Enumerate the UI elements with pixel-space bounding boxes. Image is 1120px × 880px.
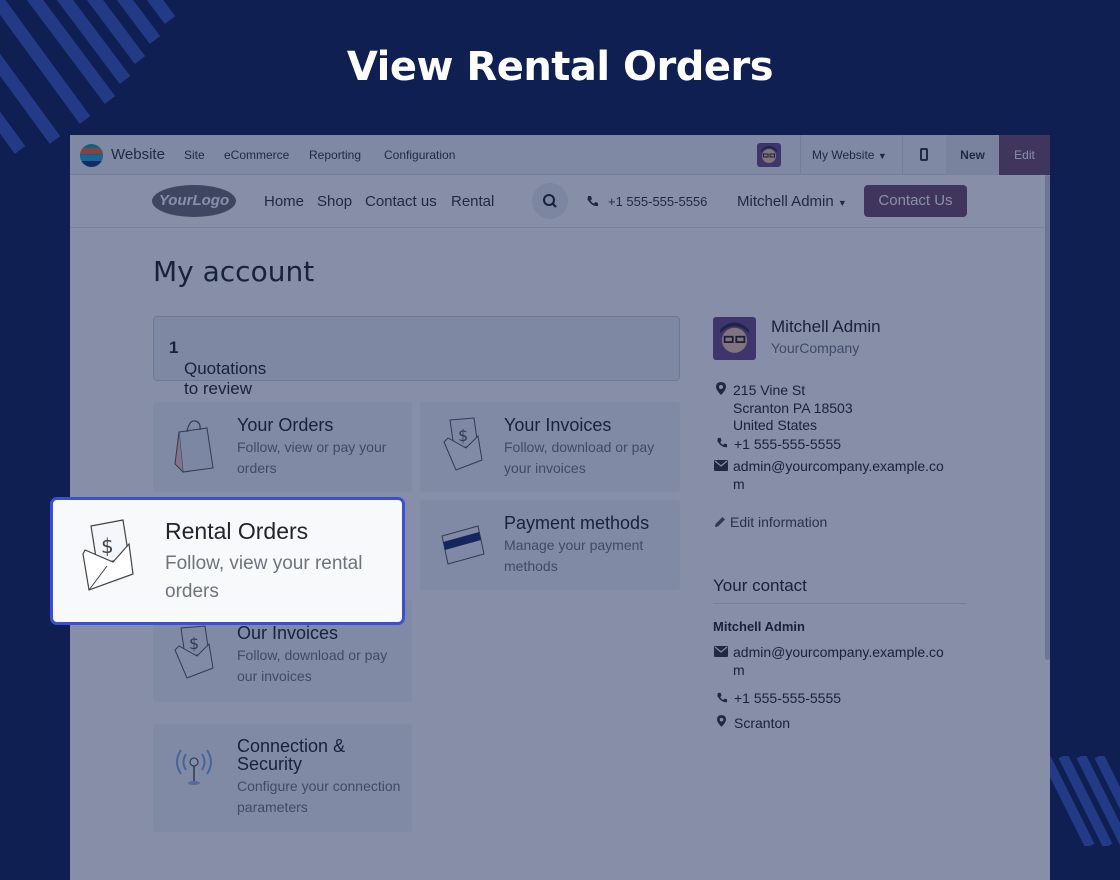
profile-name: Mitchell Admin: [771, 317, 881, 336]
search-button[interactable]: [532, 183, 568, 219]
edit-information-link[interactable]: Edit information: [730, 513, 827, 531]
decorative-stripes-bottom-right: [1045, 756, 1120, 846]
your-contact-heading: Your contact: [713, 576, 807, 595]
menu-reporting[interactable]: Reporting: [309, 148, 361, 162]
website-selector[interactable]: My Website ▼: [812, 148, 887, 162]
divider: [713, 603, 966, 604]
nav-shop[interactable]: Shop: [317, 193, 352, 210]
card-title: Rental Orders: [165, 518, 309, 544]
card-payment-methods[interactable]: Payment methods Manage your payment meth…: [420, 500, 680, 590]
card-title: Connection & Security: [237, 736, 346, 774]
card-description: Manage your payment methods: [504, 537, 644, 574]
user-menu[interactable]: Mitchell Admin ▼: [737, 193, 847, 210]
contact-us-button[interactable]: Contact Us: [864, 185, 967, 217]
site-header: YourLogo Home Shop Contact us Rental +1 …: [70, 175, 1050, 228]
caret-down-icon: ▼: [877, 151, 887, 161]
site-logo[interactable]: YourLogo: [152, 185, 236, 217]
card-your-invoices[interactable]: $ Your Invoices Follow, download or pay …: [420, 402, 680, 492]
profile-email: admin@yourcompany.example.co m: [733, 458, 944, 492]
address-line-2: Scranton PA 18503: [733, 400, 853, 416]
contact-name: Mitchell Admin: [713, 619, 805, 634]
card-title: Your Invoices: [504, 415, 612, 435]
profile-company: YourCompany: [771, 340, 860, 356]
card-description: Follow, view your rental orders: [165, 553, 363, 602]
address-line-1: 215 Vine St: [733, 382, 806, 398]
phone-icon: [587, 196, 598, 207]
contact-city: Scranton: [734, 715, 791, 731]
map-marker-icon: [716, 382, 726, 395]
card-title: Our Invoices: [237, 623, 339, 643]
menu-configuration[interactable]: Configuration: [384, 148, 455, 162]
shopping-bag-icon: [174, 420, 214, 473]
credit-card-icon: [441, 525, 485, 565]
new-button[interactable]: New: [946, 135, 999, 175]
nav-home[interactable]: Home: [264, 193, 304, 210]
pencil-icon: [715, 517, 725, 527]
page-title: My account: [153, 255, 315, 288]
svg-text:$: $: [189, 634, 199, 653]
envelope-icon: [714, 460, 728, 471]
card-description: Follow, view or pay your orders: [237, 439, 387, 476]
nav-contact-us[interactable]: Contact us: [365, 193, 437, 210]
card-title: Your Orders: [237, 415, 334, 435]
envelope-icon: [714, 646, 728, 657]
invoice-envelope-icon: $: [443, 417, 483, 471]
invoice-envelope-icon: $: [174, 625, 214, 679]
scrollbar[interactable]: [1045, 175, 1050, 660]
profile-phone: +1 555-555-5555: [734, 436, 842, 452]
site-phone[interactable]: +1 555-555-5556: [608, 194, 707, 209]
phone-icon: [717, 692, 728, 703]
nav-rental[interactable]: Rental: [451, 193, 494, 210]
map-marker-icon: [717, 715, 726, 727]
card-description: Follow, download or pay our invoices: [237, 647, 388, 684]
mobile-preview-icon[interactable]: [920, 148, 928, 161]
svg-text:$: $: [458, 426, 468, 445]
top-bar: Website Site eCommerce Reporting Configu…: [70, 135, 1050, 175]
card-your-orders[interactable]: Your Orders Follow, view or pay your ord…: [153, 402, 412, 492]
quotations-to-review[interactable]: 1 Quotations to review: [153, 316, 680, 398]
antenna-signal-icon: [176, 749, 212, 785]
contact-email[interactable]: admin@yourcompany.example.co m: [733, 643, 944, 679]
card-rental-orders[interactable]: $ Rental Orders Follow, view your rental…: [50, 497, 405, 625]
invoice-envelope-icon: $: [82, 519, 134, 591]
app-name[interactable]: Website: [111, 146, 165, 163]
search-icon: [543, 194, 557, 208]
card-connection-security[interactable]: Connection & Security Configure your con…: [153, 724, 412, 832]
hero-title: View Rental Orders: [346, 44, 774, 90]
contact-phone: +1 555-555-5555: [734, 690, 842, 706]
menu-site[interactable]: Site: [184, 148, 205, 162]
avatar-face-icon: [720, 322, 749, 353]
address-line-3: United States: [733, 417, 818, 433]
avatar-face-icon: [761, 146, 777, 163]
card-description: Follow, download or pay your invoices: [504, 439, 655, 476]
menu-ecommerce[interactable]: eCommerce: [224, 148, 289, 162]
profile-avatar: [713, 317, 756, 360]
user-avatar[interactable]: [757, 143, 781, 167]
edit-button[interactable]: Edit: [999, 135, 1050, 175]
card-title: Payment methods: [504, 513, 650, 533]
card-description: Configure your connection parameters: [237, 778, 401, 815]
svg-text:$: $: [101, 534, 114, 558]
caret-down-icon: ▼: [837, 198, 847, 208]
phone-icon: [717, 437, 728, 448]
website-app-icon[interactable]: [80, 144, 103, 167]
